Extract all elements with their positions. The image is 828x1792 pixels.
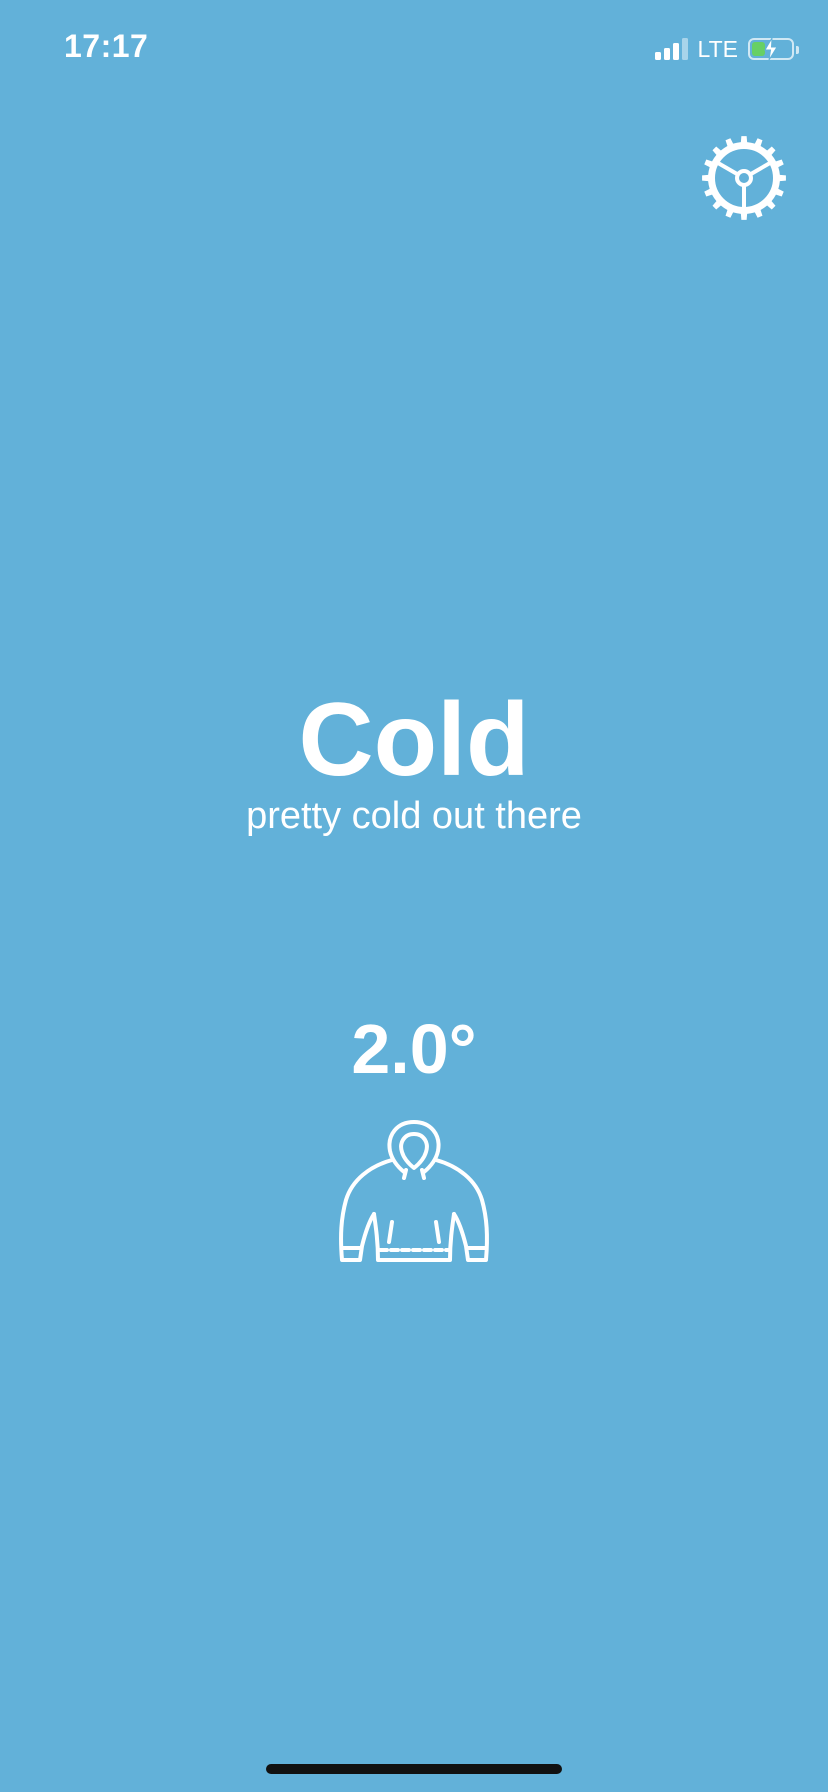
battery-cap (796, 46, 799, 54)
hoodie-icon (339, 1120, 489, 1262)
network-type: LTE (697, 35, 738, 62)
clothing-suggestion (334, 1118, 494, 1286)
home-indicator[interactable] (266, 1764, 562, 1774)
battery-icon (748, 37, 799, 61)
signal-strength-icon (654, 38, 688, 60)
gear-icon (702, 136, 786, 220)
status-indicators: LTE (654, 34, 799, 64)
weather-condition-title: Cold (298, 682, 530, 798)
app-screen: 17:17 LTE Cold pretty cold out there 2.0… (0, 0, 828, 1792)
temperature-value: 2.0° (351, 1010, 477, 1088)
weather-condition-description: pretty cold out there (246, 795, 582, 837)
settings-button[interactable] (698, 132, 790, 224)
status-time: 17:17 (64, 28, 149, 64)
charging-bolt-icon (764, 37, 778, 61)
